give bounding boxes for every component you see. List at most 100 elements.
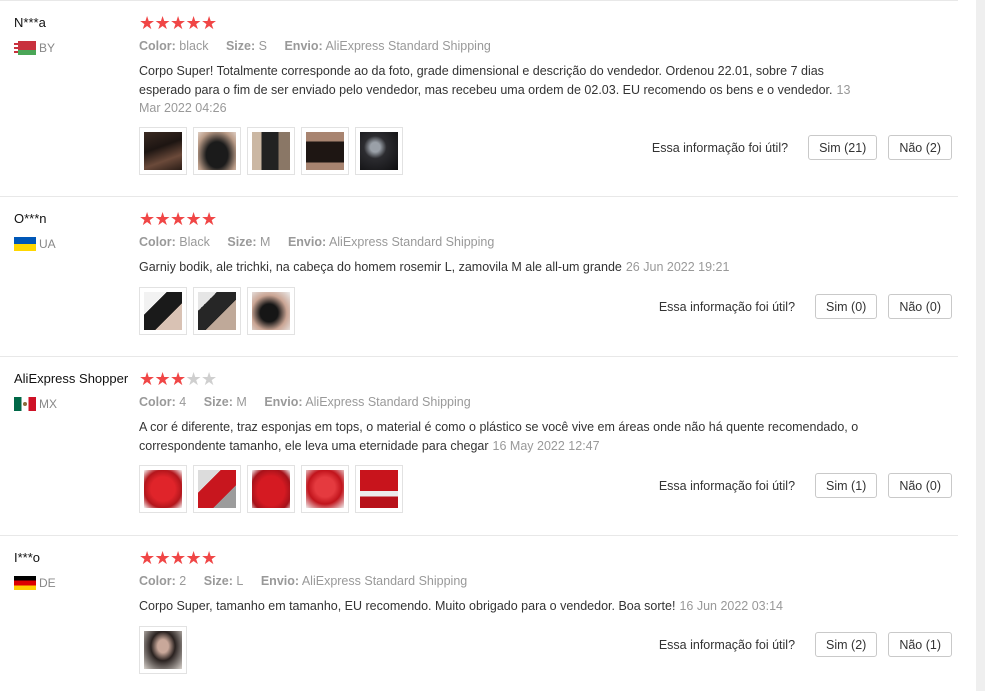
color-value: Black [179, 235, 210, 249]
review-date: 26 Jun 2022 19:21 [625, 260, 730, 274]
vote-no-button[interactable]: Não (0) [888, 473, 952, 498]
size-value: S [258, 39, 267, 53]
ukraine-flag-icon [14, 237, 36, 251]
reviewer-name: I***o [14, 550, 41, 565]
color-label: Color: [139, 39, 176, 53]
size-label: Size: [203, 395, 233, 409]
review-item: AliExpress Shopper MX ★ ★ ★ ★ ★ Color: 4… [0, 356, 958, 535]
review-photo[interactable] [139, 626, 187, 674]
star-icon: ★ [185, 13, 202, 33]
star-rating: ★ ★ ★ ★ ★ [139, 209, 879, 229]
size-label: Size: [227, 235, 257, 249]
review-photo[interactable] [301, 465, 349, 513]
helpful-question: Essa informação foi útil? [658, 478, 796, 493]
review-text: Corpo Super, tamanho em tamanho, EU reco… [139, 597, 864, 616]
vote-yes-button[interactable]: Sim (0) [815, 294, 878, 319]
reviews-list: N***a BY ★ ★ ★ ★ ★ Color: black Size: S … [0, 0, 958, 694]
size-label: Size: [225, 39, 256, 53]
helpful-vote: Essa informação foi útil? Sim (21) Não (… [652, 135, 952, 160]
helpful-question: Essa informação foi útil? [651, 140, 789, 155]
review-photo[interactable] [139, 127, 187, 175]
review-text: Corpo Super! Totalmente corresponde ao d… [139, 62, 864, 118]
star-icon: ★ [154, 209, 171, 229]
vote-yes-button[interactable]: Sim (2) [815, 632, 878, 657]
star-icon: ★ [154, 369, 171, 389]
review-photos [139, 465, 403, 513]
review-photo[interactable] [247, 127, 295, 175]
review-body: ★ ★ ★ ★ ★ Color: 4 Size: M Envio: AliExp… [139, 369, 879, 455]
order-info: Color: 4 Size: M Envio: AliExpress Stand… [139, 395, 879, 409]
star-icon: ★ [170, 13, 187, 33]
star-empty-icon: ★ [185, 369, 202, 389]
country-code: BY [39, 41, 56, 55]
shipping-label: Envio: [264, 395, 303, 409]
star-icon: ★ [154, 13, 171, 33]
review-photo[interactable] [139, 465, 187, 513]
germany-flag-icon [14, 576, 36, 590]
vote-no-button[interactable]: Não (0) [888, 294, 952, 319]
review-photo[interactable] [355, 465, 403, 513]
review-photos [139, 287, 295, 335]
reviewer-name: AliExpress Shopper [14, 371, 129, 386]
helpful-question: Essa informação foi útil? [658, 299, 796, 314]
country-code: DE [39, 576, 56, 590]
review-photo[interactable] [247, 465, 295, 513]
review-item: I***o DE ★ ★ ★ ★ ★ Color: 2 Size: L Envi… [0, 535, 958, 694]
star-icon: ★ [139, 548, 156, 568]
star-empty-icon: ★ [201, 369, 218, 389]
star-icon: ★ [185, 209, 202, 229]
size-label: Size: [203, 574, 233, 588]
helpful-vote: Essa informação foi útil? Sim (2) Não (1… [659, 632, 952, 657]
color-label: Color: [139, 574, 176, 588]
star-icon: ★ [139, 209, 156, 229]
color-label: Color: [139, 235, 176, 249]
shipping-value: AliExpress Standard Shipping [305, 395, 471, 409]
vote-yes-button[interactable]: Sim (21) [808, 135, 878, 160]
star-icon: ★ [170, 369, 187, 389]
reviewer-name: O***n [14, 211, 47, 226]
helpful-vote: Essa informação foi útil? Sim (0) Não (0… [659, 294, 952, 319]
country-code: MX [39, 397, 57, 411]
star-rating: ★ ★ ★ ★ ★ [139, 548, 879, 568]
review-photos [139, 626, 187, 674]
color-value: black [179, 39, 209, 53]
review-text: A cor é diferente, traz esponjas em tops… [139, 418, 864, 455]
size-value: M [236, 395, 247, 409]
belarus-flag-icon [14, 41, 36, 55]
shipping-label: Envio: [260, 574, 300, 588]
review-text: Garniy bodik, ale trichki, na cabeça do … [139, 258, 864, 277]
review-photo[interactable] [139, 287, 187, 335]
size-value: M [260, 235, 271, 249]
review-photo[interactable] [193, 287, 241, 335]
helpful-vote: Essa informação foi útil? Sim (1) Não (0… [659, 473, 952, 498]
size-value: L [236, 574, 244, 588]
star-icon: ★ [201, 13, 218, 33]
review-body: ★ ★ ★ ★ ★ Color: 2 Size: L Envio: AliExp… [139, 548, 879, 616]
reviewer-country: DE [14, 576, 56, 590]
color-value: 2 [179, 574, 187, 588]
review-body: ★ ★ ★ ★ ★ Color: black Size: S Envio: Al… [139, 13, 879, 118]
order-info: Color: 2 Size: L Envio: AliExpress Stand… [139, 574, 879, 588]
star-icon: ★ [185, 548, 202, 568]
review-body: ★ ★ ★ ★ ★ Color: Black Size: M Envio: Al… [139, 209, 879, 277]
shipping-value: AliExpress Standard Shipping [328, 235, 495, 249]
star-icon: ★ [201, 548, 218, 568]
review-photo[interactable] [301, 127, 349, 175]
review-content: Garniy bodik, ale trichki, na cabeça do … [139, 260, 622, 274]
star-icon: ★ [154, 548, 171, 568]
review-photo[interactable] [193, 465, 241, 513]
review-photo[interactable] [355, 127, 403, 175]
vote-yes-button[interactable]: Sim (1) [815, 473, 878, 498]
page-scrollbar[interactable] [976, 0, 985, 691]
review-item: N***a BY ★ ★ ★ ★ ★ Color: black Size: S … [0, 0, 958, 196]
reviewer-country: MX [14, 397, 57, 411]
review-photo[interactable] [193, 127, 241, 175]
star-icon: ★ [201, 209, 218, 229]
country-code: UA [39, 237, 56, 251]
vote-no-button[interactable]: Não (1) [888, 632, 952, 657]
reviewer-country: UA [14, 237, 56, 251]
review-date: 16 May 2022 12:47 [492, 438, 600, 453]
vote-no-button[interactable]: Não (2) [888, 135, 952, 160]
helpful-question: Essa informação foi útil? [658, 637, 796, 652]
review-photo[interactable] [247, 287, 295, 335]
